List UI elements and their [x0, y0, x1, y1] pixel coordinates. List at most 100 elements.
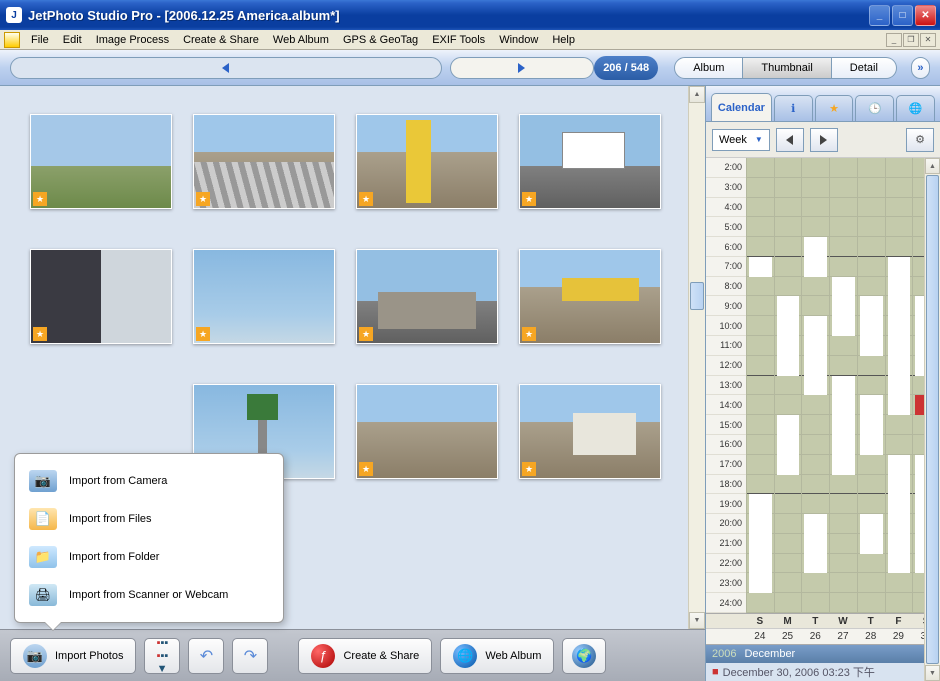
menu-gps-geotag[interactable]: GPS & GeoTag [336, 32, 425, 48]
calendar-event[interactable] [804, 514, 827, 573]
calendar-event[interactable] [832, 277, 855, 336]
tab-favorites[interactable]: ★ [815, 95, 854, 121]
tab-calendar[interactable]: Calendar [711, 93, 772, 121]
day-column[interactable] [857, 158, 885, 613]
calendar-settings-button[interactable]: ⚙ [906, 128, 934, 152]
minimize-button[interactable]: _ [869, 5, 890, 26]
date-label[interactable]: 24 [746, 631, 774, 642]
hour-label: 18:00 [706, 475, 746, 495]
view-detail[interactable]: Detail [832, 57, 897, 79]
day-column[interactable] [801, 158, 829, 613]
day-column[interactable] [829, 158, 857, 613]
close-button[interactable]: ✕ [915, 5, 936, 26]
menu-window[interactable]: Window [492, 32, 545, 48]
calendar-mode-select[interactable]: Week ▼ [712, 129, 770, 151]
hour-label: 10:00 [706, 316, 746, 336]
hour-label: 20:00 [706, 514, 746, 534]
photo-thumbnail[interactable]: ★ [30, 114, 172, 209]
create-share-button[interactable]: ƒ Create & Share [298, 638, 432, 674]
calendar-event[interactable] [888, 455, 911, 574]
calendar-event[interactable] [749, 257, 772, 277]
thumbnail-panel: ★★★★★★★★★★★ ▲ ▼ 📷 Import from Camera 📄 I… [0, 86, 705, 681]
date-label[interactable]: 25 [774, 631, 802, 642]
scroll-up-button[interactable]: ▲ [689, 86, 705, 103]
calendar-event[interactable] [860, 514, 883, 554]
cal-scroll-thumb[interactable] [926, 175, 939, 664]
next-button[interactable] [450, 57, 594, 79]
calendar-next-button[interactable] [810, 128, 838, 152]
photo-thumbnail[interactable]: ★ [193, 249, 335, 344]
photo-thumbnail[interactable]: ★ [519, 114, 661, 209]
redo-button[interactable]: ↷ [232, 638, 268, 674]
menu-edit[interactable]: Edit [56, 32, 89, 48]
tab-geo[interactable]: 🌐 [896, 95, 935, 121]
photo-thumbnail[interactable]: ★ [356, 114, 498, 209]
menu-web-album[interactable]: Web Album [266, 32, 336, 48]
cal-scroll-down[interactable]: ▼ [925, 665, 940, 681]
menu-create-share[interactable]: Create & Share [176, 32, 266, 48]
calendar-event[interactable] [860, 395, 883, 454]
hour-label: 3:00 [706, 178, 746, 198]
calendar-event[interactable] [777, 296, 800, 375]
view-thumbnail[interactable]: Thumbnail [743, 57, 831, 79]
cal-scroll-up[interactable]: ▲ [925, 158, 940, 174]
photo-thumbnail[interactable]: ★ [356, 384, 498, 479]
date-label[interactable]: 28 [857, 631, 885, 642]
undo-button[interactable]: ↶ [188, 638, 224, 674]
prev-button[interactable] [10, 57, 442, 79]
import-from-folder[interactable]: 📁 Import from Folder [15, 538, 283, 576]
mdi-close-button[interactable]: ✕ [920, 33, 936, 47]
photo-thumbnail[interactable]: ★ [193, 114, 335, 209]
star-badge-icon: ★ [196, 192, 210, 206]
google-earth-button[interactable]: 🌍 [562, 638, 606, 674]
import-photos-button[interactable]: 📷 Import Photos [10, 638, 136, 674]
photo-thumbnail[interactable]: ★ [356, 249, 498, 344]
import-from-files[interactable]: 📄 Import from Files [15, 500, 283, 538]
menu-file[interactable]: File [24, 32, 56, 48]
calendar-event[interactable] [749, 494, 772, 593]
more-views-button[interactable]: » [911, 57, 930, 79]
day-column[interactable] [885, 158, 913, 613]
calendar-scrollbar[interactable]: ▲ ▼ [924, 158, 940, 681]
app-icon: J [6, 7, 22, 23]
view-album[interactable]: Album [674, 57, 743, 79]
photo-thumbnail[interactable]: ★ [30, 249, 172, 344]
calendar-event[interactable] [804, 237, 827, 277]
weekday-label: T [801, 616, 829, 627]
menu-image-process[interactable]: Image Process [89, 32, 176, 48]
day-column[interactable] [774, 158, 802, 613]
sort-button[interactable]: ▪▪▪▪▪▪▼ [144, 638, 180, 674]
thumb-scrollbar[interactable]: ▲ ▼ [688, 86, 705, 629]
photo-thumbnail[interactable]: ★ [519, 249, 661, 344]
menu-help[interactable]: Help [545, 32, 582, 48]
hour-label: 8:00 [706, 277, 746, 297]
calendar-status: ■ December 30, 2006 03:23 下午 [706, 663, 940, 681]
date-label[interactable]: 29 [885, 631, 913, 642]
star-badge-icon: ★ [522, 462, 536, 476]
scroll-thumb[interactable] [690, 282, 704, 310]
hour-label: 24:00 [706, 593, 746, 613]
web-album-button[interactable]: 🌐 Web Album [440, 638, 554, 674]
tab-info[interactable]: ℹ [774, 95, 813, 121]
calendar-event[interactable] [888, 257, 911, 415]
weekday-label: T [857, 616, 885, 627]
import-from-camera[interactable]: 📷 Import from Camera [15, 462, 283, 500]
calendar-event[interactable] [832, 376, 855, 475]
calendar-event[interactable] [860, 296, 883, 355]
calendar-event[interactable] [804, 316, 827, 395]
date-label[interactable]: 27 [829, 631, 857, 642]
calendar-prev-button[interactable] [776, 128, 804, 152]
maximize-button[interactable]: □ [892, 5, 913, 26]
menu-exif-tools[interactable]: EXIF Tools [425, 32, 492, 48]
mdi-restore-button[interactable]: ❐ [903, 33, 919, 47]
mdi-minimize-button[interactable]: _ [886, 33, 902, 47]
calendar-body: 2:003:004:005:006:007:008:009:0010:0011:… [706, 158, 940, 681]
import-from-scanner[interactable]: 🖨 Import from Scanner or Webcam [15, 576, 283, 614]
photo-thumbnail[interactable]: ★ [519, 384, 661, 479]
calendar-event[interactable] [777, 415, 800, 474]
date-label[interactable]: 26 [801, 631, 829, 642]
day-column[interactable] [746, 158, 774, 613]
star-badge-icon: ★ [33, 192, 47, 206]
tab-time[interactable]: 🕒 [855, 95, 894, 121]
scroll-down-button[interactable]: ▼ [689, 612, 705, 629]
